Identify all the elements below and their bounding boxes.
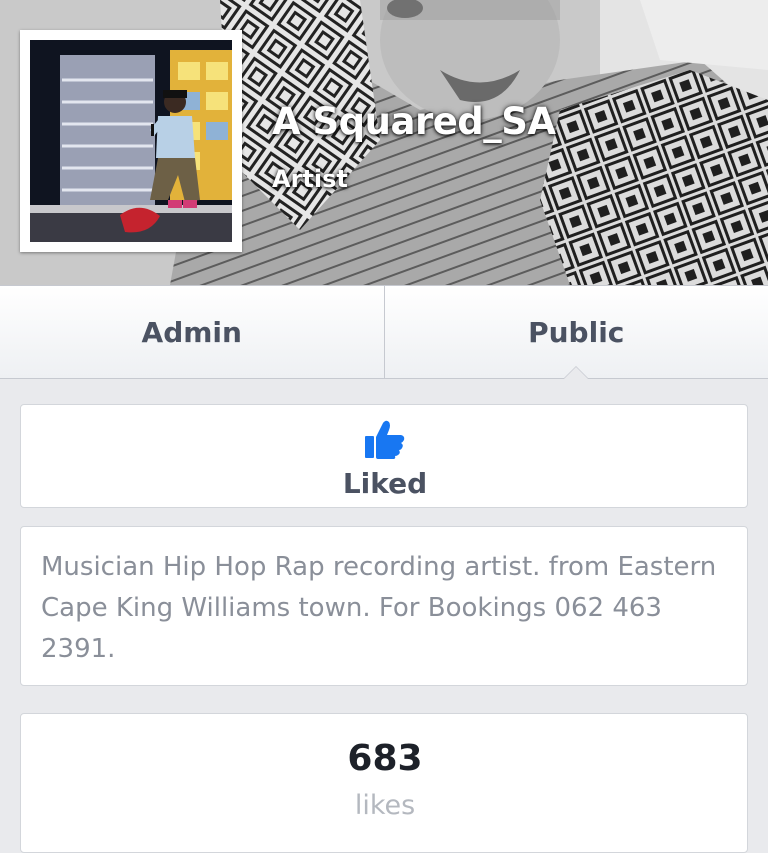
likes-count: 683 [21,738,749,779]
liked-button[interactable]: Liked [20,404,748,508]
about-section: Musician Hip Hop Rap recording artist. f… [20,526,748,686]
cover-photo[interactable]: A Squared_SA Artist [0,0,768,285]
likes-section[interactable]: 683 likes [20,713,748,853]
thumbs-up-icon [364,419,406,465]
page-name: A Squared_SA [272,100,556,143]
tab-admin-label: Admin [142,316,242,349]
tab-public[interactable]: Public [384,286,768,378]
tab-admin[interactable]: Admin [0,286,384,378]
likes-label: likes [21,790,749,821]
liked-label: Liked [21,467,749,500]
tab-public-label: Public [528,316,624,349]
profile-photo [30,40,232,242]
profile-picture[interactable] [20,30,242,252]
view-tabs: Admin Public [0,285,768,379]
active-tab-indicator-fill [564,367,588,379]
page-category: Artist [272,165,348,193]
about-text: Musician Hip Hop Rap recording artist. f… [41,547,727,670]
